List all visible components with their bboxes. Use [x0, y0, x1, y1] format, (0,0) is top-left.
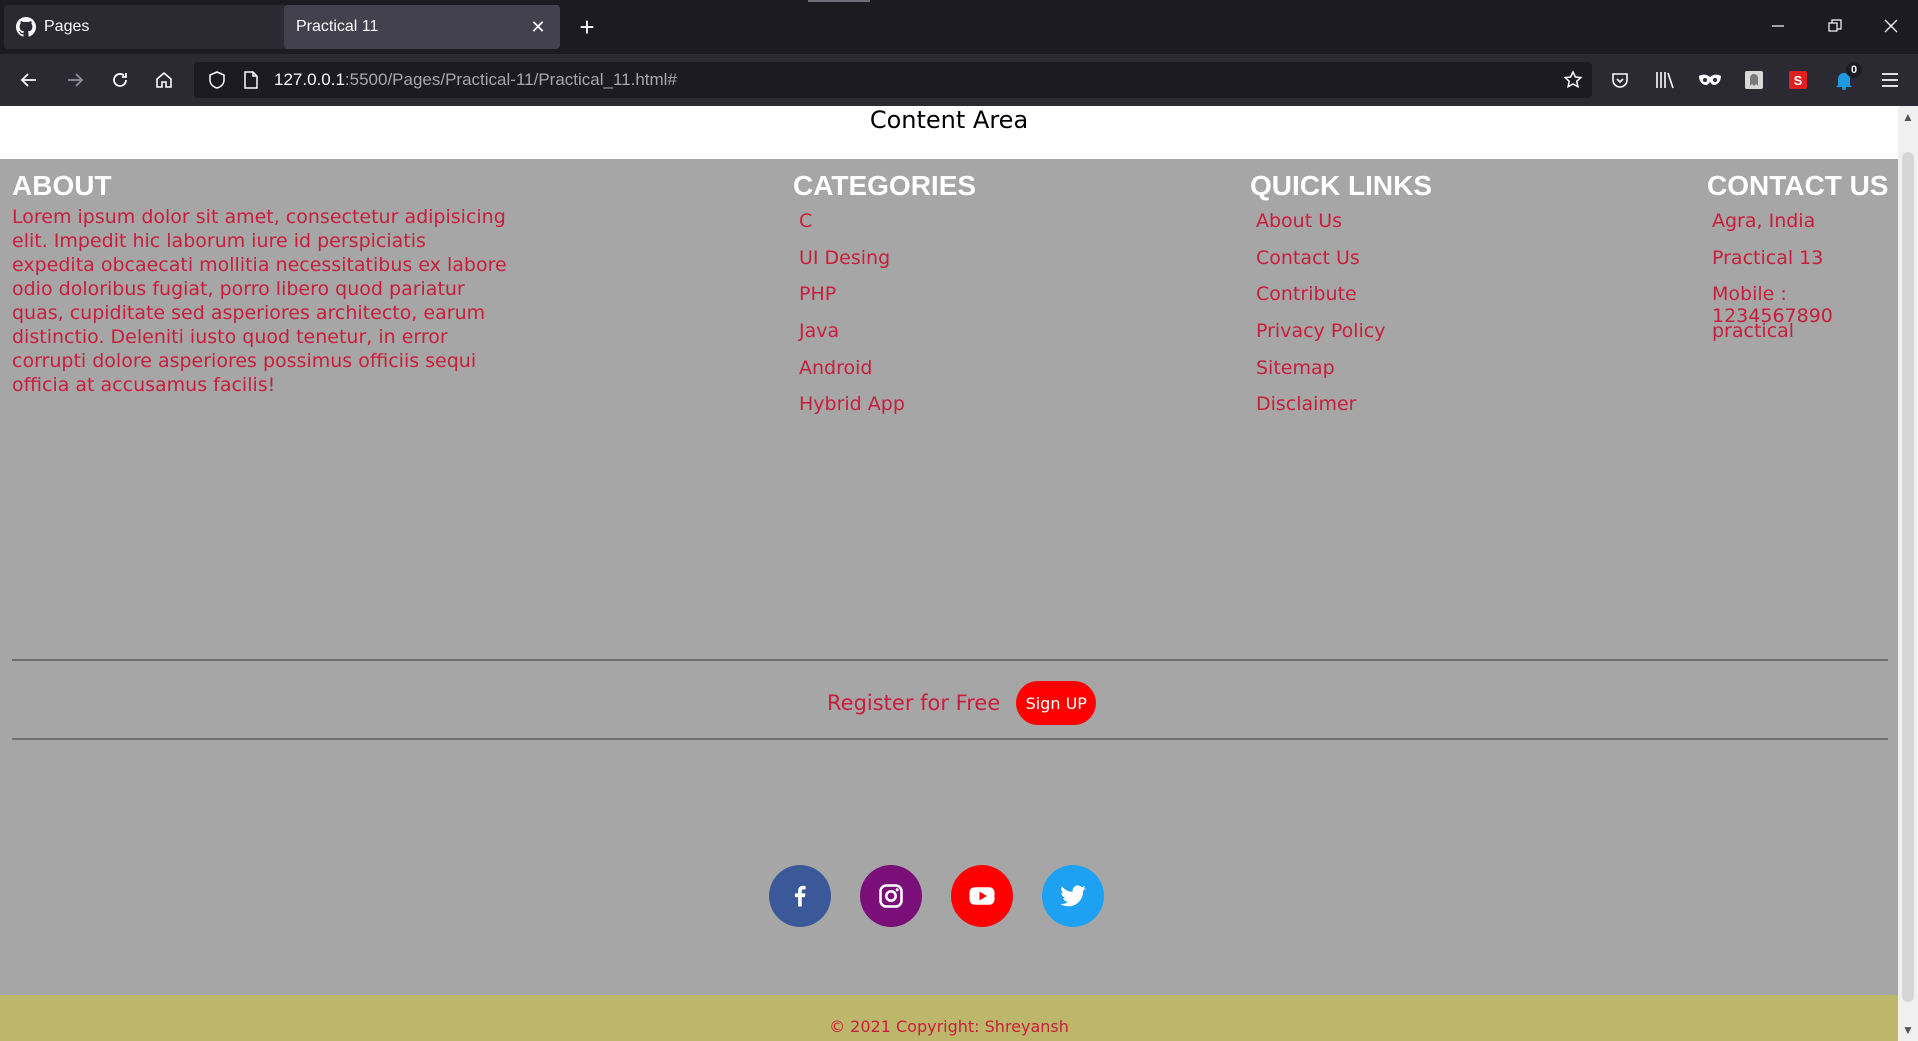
quick-link[interactable]: Disclaimer: [1256, 393, 1385, 430]
contact-item[interactable]: Agra, India: [1712, 210, 1898, 247]
categories-list: C UI Desing PHP Java Android Hybrid App: [799, 210, 905, 430]
url-path: :5500/Pages/Practical-11/Practical_11.ht…: [344, 70, 677, 89]
tab-practical-11[interactable]: Practical 11 ✕: [284, 5, 560, 49]
category-link[interactable]: UI Desing: [799, 247, 905, 284]
shield-icon[interactable]: [206, 69, 228, 91]
address-bar[interactable]: 127.0.0.1:5500/Pages/Practical-11/Practi…: [194, 62, 1592, 98]
tab-pages[interactable]: Pages ✕: [4, 5, 313, 49]
scrollbar-thumb[interactable]: [1902, 152, 1914, 1002]
tab-title: Pages: [44, 18, 90, 35]
scroll-down-icon[interactable]: ▼: [1898, 1021, 1918, 1039]
minimize-icon[interactable]: [1766, 14, 1790, 38]
youtube-icon: [969, 887, 995, 905]
category-link[interactable]: Java: [799, 320, 905, 357]
extension-ghost-icon[interactable]: [1740, 66, 1768, 94]
page-viewport: Content Area ABOUT Lorem ipsum dolor sit…: [0, 106, 1898, 1041]
category-link[interactable]: Android: [799, 357, 905, 394]
copyright-bar: © 2021 Copyright: Shreyansh: [0, 995, 1898, 1041]
about-text: Lorem ipsum dolor sit amet, consectetur …: [12, 206, 507, 396]
vertical-scrollbar[interactable]: ▲ ▼: [1898, 106, 1918, 1041]
quick-link[interactable]: Privacy Policy: [1256, 320, 1385, 357]
twitter-button[interactable]: [1042, 865, 1104, 927]
private-mask-icon[interactable]: [1696, 66, 1724, 94]
restore-icon[interactable]: [1823, 14, 1847, 38]
navigation-toolbar: 127.0.0.1:5500/Pages/Practical-11/Practi…: [0, 54, 1918, 106]
tab-strip: Pages ✕ Practical 11 ✕ +: [0, 0, 1918, 54]
category-link[interactable]: Hybrid App: [799, 393, 905, 430]
quick-link[interactable]: Contribute: [1256, 283, 1385, 320]
contact-item[interactable]: Practical 13: [1712, 247, 1898, 284]
register-row: Register for Free Sign UP: [827, 681, 1097, 725]
extension-notification-icon[interactable]: 0: [1830, 62, 1862, 94]
quick-link[interactable]: Sitemap: [1256, 357, 1385, 394]
forward-arrow-icon[interactable]: [60, 65, 90, 95]
new-tab-plus-icon[interactable]: +: [574, 14, 600, 40]
quick-link[interactable]: Contact Us: [1256, 247, 1385, 284]
contact-heading: CONTACT US: [1707, 170, 1889, 201]
quick-links-list: About Us Contact Us Contribute Privacy P…: [1256, 210, 1385, 430]
instagram-icon: [879, 884, 903, 908]
sign-up-button[interactable]: Sign UP: [1016, 681, 1097, 725]
tab-drag-indicator: [808, 0, 870, 2]
facebook-button[interactable]: [769, 865, 831, 927]
contact-list: Agra, India Practical 13 Mobile : 123456…: [1712, 210, 1898, 357]
hamburger-menu-icon[interactable]: [1876, 66, 1904, 94]
category-link[interactable]: PHP: [799, 283, 905, 320]
copyright-text: © 2021 Copyright: Shreyansh: [829, 1017, 1069, 1036]
register-text: Register for Free: [827, 691, 1001, 715]
reload-icon[interactable]: [105, 65, 135, 95]
extension-s-icon[interactable]: S: [1784, 66, 1812, 94]
twitter-icon: [1060, 885, 1086, 907]
instagram-button[interactable]: [860, 865, 922, 927]
quick-link[interactable]: About Us: [1256, 210, 1385, 247]
extension-badge-count: 0: [1846, 62, 1862, 78]
url-host: 127.0.0.1: [274, 70, 345, 89]
category-link[interactable]: C: [799, 210, 905, 247]
contact-item[interactable]: Mobile : 1234567890: [1712, 283, 1898, 327]
github-icon: [16, 17, 36, 37]
library-icon[interactable]: [1651, 66, 1679, 94]
content-area-title: Content Area: [869, 106, 1029, 134]
divider-bottom: [12, 738, 1888, 740]
svg-text:S: S: [1794, 73, 1803, 88]
pocket-icon[interactable]: [1606, 66, 1634, 94]
scroll-up-icon[interactable]: ▲: [1898, 108, 1918, 126]
divider-top: [12, 659, 1888, 661]
tab-title: Practical 11: [296, 18, 379, 35]
close-tab-icon[interactable]: ✕: [528, 17, 548, 37]
close-window-icon[interactable]: [1879, 14, 1903, 38]
bookmark-star-icon[interactable]: [1562, 69, 1584, 91]
url-text[interactable]: 127.0.0.1:5500/Pages/Practical-11/Practi…: [274, 70, 677, 90]
home-icon[interactable]: [149, 65, 179, 95]
content-area: Content Area: [0, 106, 1898, 159]
about-heading: ABOUT: [12, 170, 112, 201]
youtube-button[interactable]: [951, 865, 1013, 927]
back-arrow-icon[interactable]: [14, 65, 44, 95]
categories-heading: CATEGORIES: [793, 170, 977, 201]
quick-links-heading: QUICK LINKS: [1250, 170, 1432, 201]
facebook-icon: [794, 885, 806, 907]
page-icon[interactable]: [240, 69, 262, 91]
